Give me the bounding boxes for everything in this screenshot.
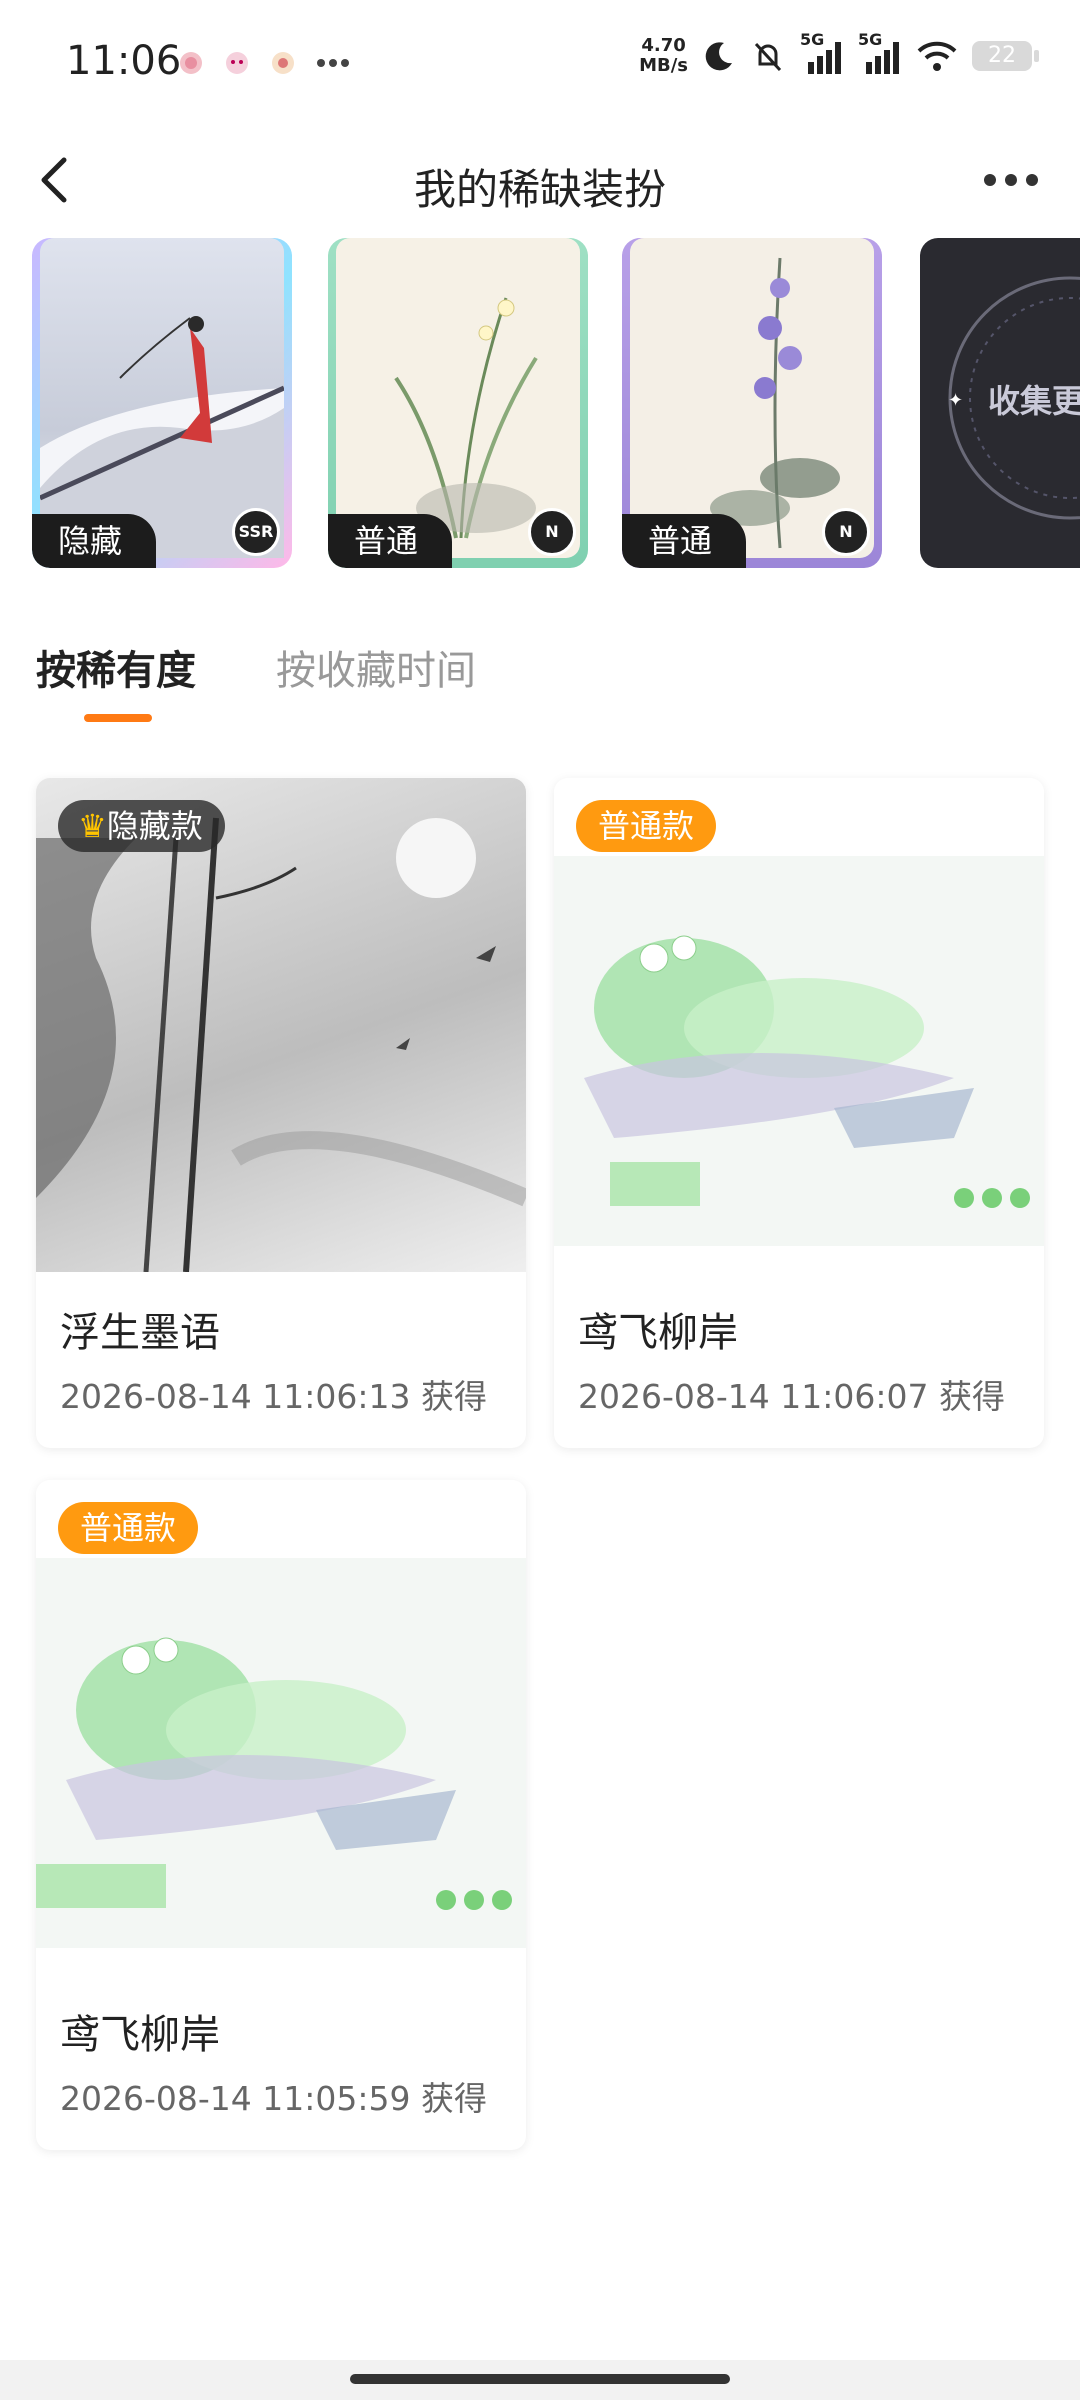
network-speed: 4.70 MB/s (639, 36, 688, 76)
network-speed-unit: MB/s (639, 55, 688, 76)
carousel-card[interactable]: 隐藏 SSR (32, 238, 292, 568)
carousel-card[interactable]: 普通 N (622, 238, 882, 568)
item-acquired-date: 2026-08-14 11:05:59 获得 (60, 2079, 487, 2118)
tab-sort-by-collect-time[interactable]: 按收藏时间 (276, 638, 476, 696)
collect-more-label: 收集更 (988, 382, 1080, 420)
rank-badge: N (528, 508, 576, 556)
item-card[interactable]: 普通款 鸢飞柳岸 2026-08-14 11:06:07 获得 (554, 778, 1044, 1448)
normal-badge: 普通款 (58, 1502, 199, 1554)
status-time: 11:06 (66, 38, 182, 84)
battery-indicator: 22 (972, 41, 1039, 71)
item-name: 鸢飞柳岸 (578, 1310, 738, 1356)
app-notification-icon (272, 52, 294, 74)
ink-painting-image (36, 817, 526, 1273)
wifi-icon (917, 41, 957, 71)
rank-badge: SSR (232, 508, 280, 556)
svg-text:✦: ✦ (948, 390, 963, 411)
brain-notification-icon (180, 52, 202, 74)
more-notifications-icon (317, 59, 349, 67)
top-navigation-bar: 我的稀缺装扮 (0, 120, 1080, 240)
signal-1-label: 5G (800, 30, 825, 49)
item-card[interactable]: 普通款 鸢飞柳岸 2026-08-14 11:05:59 获得 (36, 1480, 526, 2150)
item-name: 浮生墨语 (60, 1310, 220, 1356)
status-bar: 11:06 4.70 MB/s 5G 5G 22 (0, 0, 1080, 120)
item-name: 鸢飞柳岸 (60, 2012, 220, 2058)
active-tab-indicator (84, 714, 152, 722)
badge-label: 隐藏款 (106, 807, 203, 845)
signal-2: 5G (858, 30, 902, 76)
face-notification-icon (226, 52, 248, 74)
rare-item-carousel[interactable]: 隐藏 SSR 普通 N 普通 N ✦ 收集更 (0, 238, 1080, 578)
crown-icon: ♛ (78, 807, 107, 845)
carousel-tag: 普通 (328, 514, 453, 568)
item-image (36, 1480, 526, 1974)
bell-muted-icon (754, 42, 782, 72)
collect-more-card[interactable]: ✦ 收集更 (920, 238, 1080, 568)
notification-icons (178, 50, 350, 76)
status-right-icons: 4.70 MB/s 5G 5G 22 (639, 30, 1039, 76)
page-title: 我的稀缺装扮 (413, 165, 666, 214)
more-options-button[interactable] (976, 160, 1046, 200)
normal-badge: 普通款 (576, 800, 717, 852)
tab-sort-by-rarity[interactable]: 按稀有度 (36, 638, 196, 696)
signal-2-label: 5G (858, 30, 883, 49)
carousel-card[interactable]: 普通 N (328, 238, 588, 568)
signal-1: 5G (800, 30, 844, 76)
willow-scene-image (36, 1558, 526, 1948)
network-speed-value: 4.70 (641, 35, 686, 56)
item-acquired-date: 2026-08-14 11:06:07 获得 (578, 1377, 1005, 1416)
item-image (554, 778, 1044, 1272)
home-indicator[interactable] (350, 2374, 730, 2384)
more-dots-icon (984, 174, 1038, 186)
item-card[interactable]: ♛隐藏款 浮生墨语 2026-08-14 11:06:13 获得 (36, 778, 526, 1448)
rank-badge: N (822, 508, 870, 556)
hidden-badge: ♛隐藏款 (58, 800, 225, 852)
carousel-tag: 隐藏 (32, 514, 157, 568)
item-image (36, 778, 526, 1273)
carousel-tag: 普通 (622, 514, 747, 568)
item-acquired-date: 2026-08-14 11:06:13 获得 (60, 1377, 487, 1416)
moon-icon (705, 42, 732, 71)
willow-scene-image (554, 856, 1044, 1246)
